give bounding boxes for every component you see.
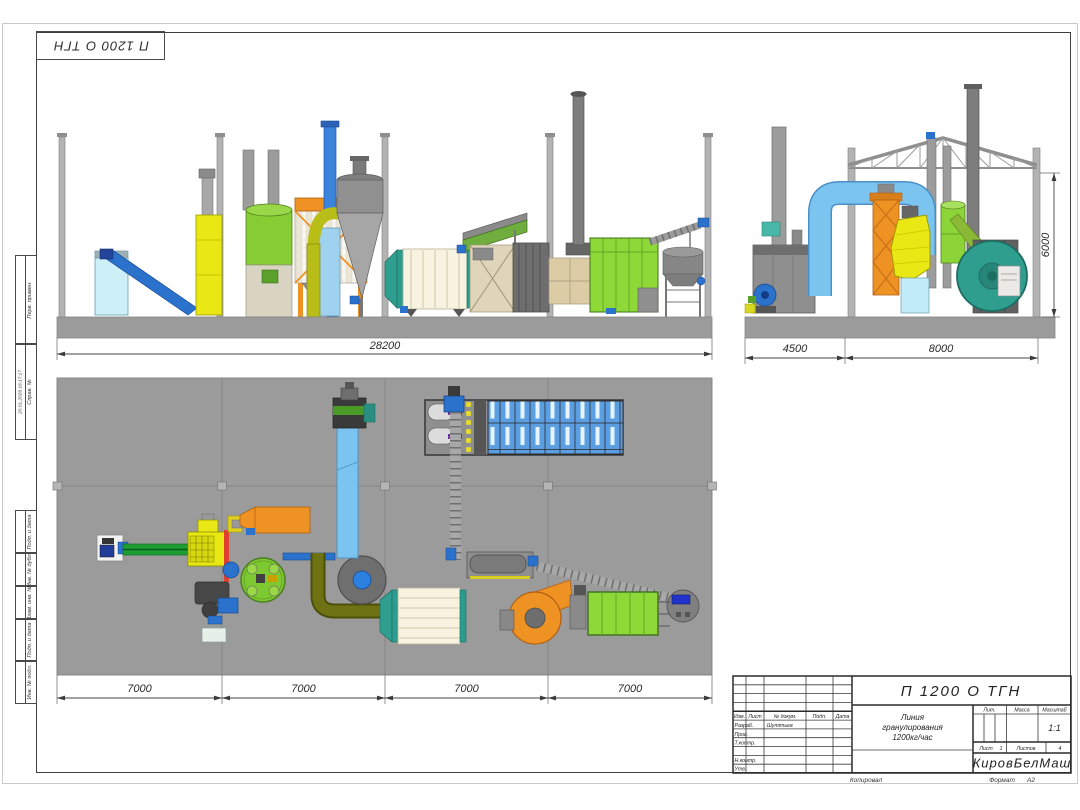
round-hopper [650, 218, 709, 317]
surge-bin [243, 150, 292, 317]
margin-block-podp-data-2: Подп. и дата [15, 618, 37, 662]
doc-name-1: Линия [900, 713, 925, 722]
margin-label: Справ. № [27, 379, 33, 404]
front-ground-slab [57, 317, 712, 338]
margin-label: Подп. и дата [27, 622, 33, 657]
company-name: КировБелМаш [973, 756, 1072, 771]
margin-divider [25, 256, 26, 344]
sheets-label: Листов [1016, 746, 1036, 752]
dim-7000-4: 7000 [618, 683, 643, 695]
sheets-value: 4 [1059, 746, 1062, 752]
margin-label: Взам. инв. № [27, 585, 33, 620]
side-elevation-view: 4500 8000 6000 [740, 80, 1075, 380]
row-tkontr: Т.контр. [735, 741, 756, 747]
row-prov: Пров. [735, 732, 749, 738]
dryer-plan [380, 588, 466, 644]
front-elevation-view: 28200 [50, 80, 720, 380]
razrab-name: Шулятьев [767, 723, 793, 729]
dim-4500: 4500 [783, 343, 808, 355]
margin-date-value: 20.01.2026 16:17:17 [18, 369, 23, 413]
title-block: Изм. Лист № докум. Подп. Дата Разраб. Шу… [730, 670, 1080, 795]
drawing-sheet: П 1200 О ТГН Перв. примен. Справ. № 20.0… [0, 0, 1080, 810]
rotary-dryer [385, 249, 473, 317]
side-ground-slab [745, 317, 1055, 338]
sheet-value: 1 [1000, 746, 1003, 752]
title-block-text: Изм. Лист № докум. Подп. Дата Разраб. Шу… [734, 683, 1071, 784]
col-list: Лист [747, 714, 762, 720]
corner-designation-stamp: П 1200 О ТГН [36, 31, 165, 60]
dim-6000: 6000 [1040, 232, 1052, 257]
margin-divider [25, 661, 26, 703]
corner-designation-text: П 1200 О ТГН [53, 38, 149, 53]
margin-divider [25, 619, 26, 661]
margin-divider [25, 344, 26, 439]
col-data: Дата [835, 714, 850, 720]
sheet-label: Лист [978, 746, 993, 752]
massa-label: Масса [1014, 708, 1029, 714]
belt-conveyor [118, 542, 188, 555]
margin-divider [25, 553, 26, 586]
doc-name-2: гранулирования [882, 723, 943, 732]
margin-divider [25, 511, 26, 553]
screener-plan [467, 552, 538, 579]
margin-block-perv-primen: Перв. примен. [15, 255, 37, 345]
dim-28200: 28200 [369, 340, 401, 352]
row-nkontr: Н.контр. [735, 758, 757, 764]
scale-value: 1:1 [1048, 723, 1061, 733]
row-razrab: Разраб. [735, 723, 754, 729]
furnace-housing [590, 238, 658, 314]
margin-block-sprav-no: Справ. № 20.01.2026 16:17:17 [15, 343, 37, 440]
designation: П 1200 О ТГН [901, 683, 1022, 700]
margin-block-inv-dubl: Инв. № дубл. [15, 552, 37, 587]
row-utv: Утв. [735, 767, 747, 773]
dim-7000-1: 7000 [127, 683, 152, 695]
margin-label: Инв. № дубл. [27, 552, 33, 586]
col-doc: № докум. [774, 714, 797, 720]
margin-block-podp-data-1: Подп. и дата [15, 510, 37, 554]
lit-label: Лит. [982, 708, 995, 714]
dim-8000: 8000 [929, 343, 954, 355]
main-fan [957, 240, 1027, 313]
format-label: Формат [989, 777, 1015, 784]
front-dimension: 28200 [57, 338, 712, 360]
furnace-plan [570, 585, 670, 635]
col-podp: Подп. [813, 714, 827, 720]
margin-label: Перв. примен. [27, 281, 33, 318]
disc-granulator [241, 558, 285, 602]
exhaust-unit [745, 127, 815, 313]
masshtab-label: Масштаб [1042, 708, 1067, 714]
dim-7000-2: 7000 [291, 683, 316, 695]
margin-divider [25, 586, 26, 619]
margin-label: Подп. и дата [27, 514, 33, 549]
margin-block-vzam-inv: Взам. инв. № [15, 585, 37, 620]
margin-label: Инв. № подл. [27, 665, 33, 700]
furnace-complex [470, 91, 591, 312]
copied-label: Копировал [850, 777, 883, 784]
dim-7000-3: 7000 [454, 683, 479, 695]
plan-view: 7000 7000 7000 7000 [50, 370, 720, 710]
doc-name-3: 1200кг/час [892, 733, 932, 742]
format-value: А2 [1026, 777, 1035, 784]
plan-dimensions: 7000 7000 7000 7000 [57, 675, 712, 704]
col-izm: Изм. [734, 714, 745, 720]
margin-block-inv-podl: Инв. № подл. [15, 660, 37, 704]
